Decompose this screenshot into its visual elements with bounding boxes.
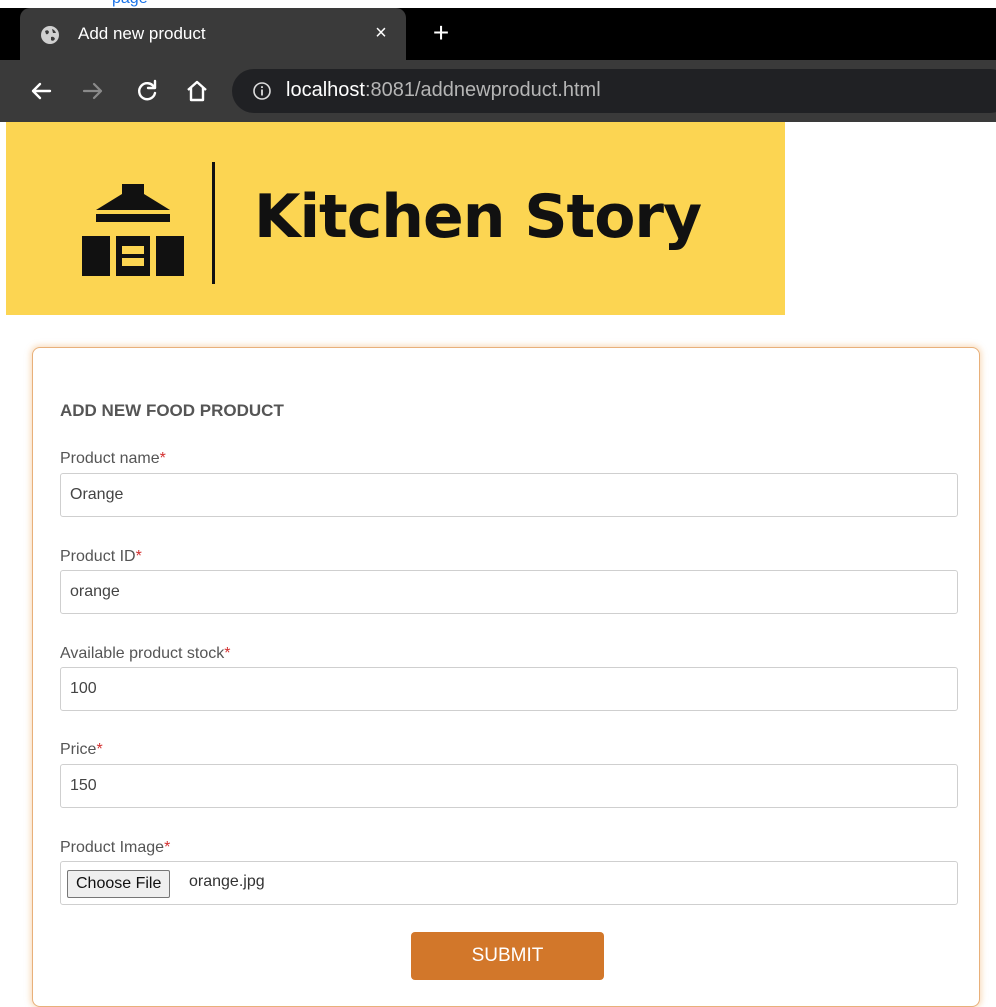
url-path: :8081/addnewproduct.html	[364, 79, 601, 101]
brand-banner: Kitchen Story	[6, 122, 785, 315]
top-sliver: page	[0, 0, 996, 8]
price-label: Price*	[60, 741, 103, 759]
forward-arrow-icon[interactable]	[80, 78, 106, 104]
required-mark: *	[159, 450, 166, 467]
required-mark: *	[164, 839, 171, 856]
info-icon[interactable]	[252, 81, 272, 101]
top-sliver-text: page	[112, 0, 148, 8]
required-mark: *	[135, 548, 142, 565]
product-name-input[interactable]: Orange	[60, 473, 958, 517]
choose-file-button[interactable]: Choose File	[67, 870, 171, 898]
globe-icon	[41, 26, 59, 44]
reload-icon[interactable]	[134, 78, 160, 104]
price-label-text: Price	[60, 741, 97, 758]
product-id-label: Product ID*	[60, 548, 142, 566]
brand-name: Kitchen Story	[254, 182, 702, 252]
new-tab-icon[interactable]: +	[428, 19, 454, 47]
tab-title: Add new product	[78, 24, 206, 43]
product-name-label: Product name*	[60, 450, 166, 468]
required-mark: *	[96, 741, 103, 758]
product-image-label: Product Image*	[60, 839, 170, 857]
kitchen-hood-logo-icon	[82, 184, 184, 276]
browser-toolbar: localhost:8081/addnewproduct.html	[0, 60, 996, 122]
home-icon[interactable]	[184, 78, 210, 104]
tab-strip: Add new product × +	[0, 8, 996, 60]
stock-label-text: Available product stock	[60, 645, 225, 662]
form-title: ADD NEW FOOD PRODUCT	[60, 401, 284, 420]
product-id-input[interactable]: orange	[60, 570, 958, 614]
product-image-label-text: Product Image	[60, 839, 165, 856]
product-image-file-input: Choose File orange.jpg	[60, 861, 958, 905]
stock-label: Available product stock*	[60, 645, 230, 663]
url-text: localhost:8081/addnewproduct.html	[286, 79, 601, 102]
back-arrow-icon[interactable]	[28, 78, 54, 104]
browser-tab[interactable]: Add new product ×	[20, 8, 406, 60]
product-id-label-text: Product ID	[60, 548, 136, 565]
logo-divider	[212, 162, 215, 284]
submit-button[interactable]: SUBMIT	[411, 932, 604, 980]
url-host: localhost	[286, 79, 365, 101]
price-input[interactable]: 150	[60, 764, 958, 808]
required-mark: *	[224, 645, 231, 662]
selected-file-name: orange.jpg	[189, 873, 265, 890]
address-bar[interactable]: localhost:8081/addnewproduct.html	[232, 69, 996, 113]
add-product-form: ADD NEW FOOD PRODUCT Product name* Orang…	[32, 347, 980, 1007]
stock-input[interactable]: 100	[60, 667, 958, 711]
product-name-label-text: Product name	[60, 450, 160, 467]
close-tab-icon[interactable]: ×	[370, 22, 392, 44]
